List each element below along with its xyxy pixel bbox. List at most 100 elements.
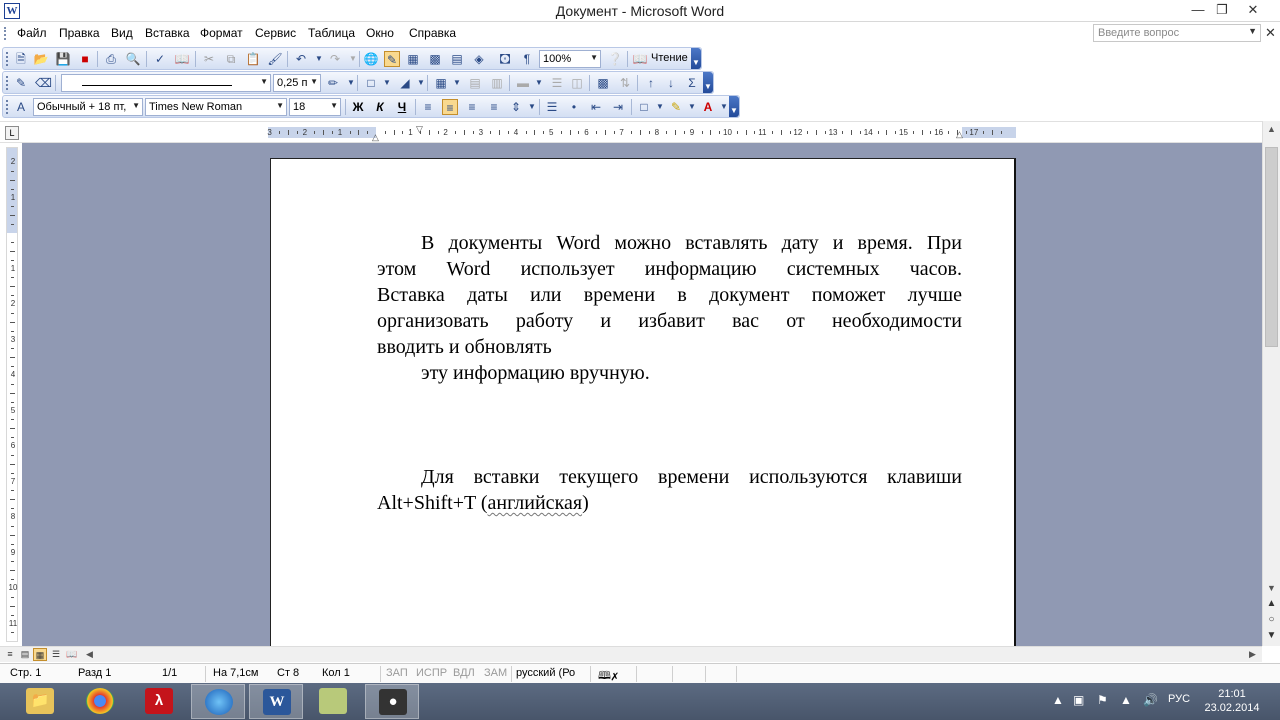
styles-formatting-icon[interactable]: A — [13, 99, 29, 115]
justify-icon[interactable]: ≡ — [486, 99, 502, 115]
menu-grip[interactable] — [4, 27, 7, 40]
chevron-down-icon[interactable]: ▼ — [1248, 26, 1257, 36]
chevron-down-icon[interactable]: ▼ — [310, 77, 318, 86]
insert-excel-icon[interactable]: ▩ — [427, 51, 443, 67]
status-language[interactable]: русский (Ро — [516, 667, 575, 679]
line-weight-select[interactable]: 0,25 п ▼ — [273, 74, 321, 92]
sort-ascending-icon[interactable]: ↑ — [643, 75, 659, 91]
horizontal-ruler[interactable]: ▽ △ △ 3 2 1 1 2 3 4 5 6 7 8 9 10 11 12 13 14 15 16 17 — [267, 125, 1016, 142]
border-color-icon[interactable]: ✏ — [325, 75, 341, 91]
increase-indent-icon[interactable]: ⇥ — [610, 99, 626, 115]
chevron-down-icon[interactable]: ▼ — [132, 101, 140, 110]
drawing-icon[interactable]: ◈ — [471, 51, 487, 67]
sort-descending-icon[interactable]: ↓ — [663, 75, 679, 91]
line-style-select[interactable]: ▼ — [61, 74, 271, 92]
vertical-scrollbar[interactable]: ▲ ▼ ▲ ○ ▼ — [1262, 121, 1280, 646]
autoformat-table-icon[interactable]: ▩ — [595, 75, 611, 91]
menu-help[interactable]: Справка — [409, 26, 456, 40]
font-select[interactable]: Times New Roman ▼ — [145, 98, 287, 116]
underline-button[interactable]: Ч — [394, 99, 410, 115]
undo-icon[interactable]: ↶ — [293, 51, 309, 67]
help-search-input[interactable]: Введите вопрос ▼ — [1093, 24, 1261, 42]
chevron-down-icon[interactable]: ▼ — [590, 53, 598, 62]
border-dropdown-icon[interactable]: ▼ — [652, 99, 668, 115]
close-icon[interactable]: ✕ — [1238, 0, 1268, 20]
horizontal-scrollbar[interactable]: ≡ ▤ ▦ ☰ 📖 ◀ ▶ — [0, 646, 1262, 662]
chevron-down-icon[interactable]: ▼ — [260, 77, 268, 86]
align-right-icon[interactable]: ≡ — [464, 99, 480, 115]
distribute-columns-icon[interactable]: ◫ — [569, 75, 585, 91]
merge-cells-icon[interactable]: ▤ — [467, 75, 483, 91]
vertical-ruler[interactable]: 2 1 1 2 3 4 5 6 7 8 9 10 11 — [6, 147, 18, 642]
font-color-icon[interactable]: A — [700, 99, 716, 115]
show-hide-icon[interactable]: ¶ — [519, 51, 535, 67]
status-overtype[interactable]: ЗАМ — [484, 667, 507, 679]
cut-icon[interactable]: ✂ — [201, 51, 217, 67]
scroll-right-icon[interactable]: ▶ — [1249, 647, 1256, 662]
copy-icon[interactable]: ⧉ — [223, 51, 239, 67]
style-select[interactable]: Обычный + 18 пт, ▼ — [33, 98, 143, 116]
reading-icon[interactable]: 📖 — [632, 51, 648, 67]
menu-table[interactable]: Таблица — [308, 26, 355, 40]
spelling-flagged-word[interactable]: английская — [488, 492, 583, 514]
tables-borders-icon[interactable]: ✎ — [384, 51, 400, 67]
toolbar-options-icon[interactable]: ▼ — [691, 48, 701, 69]
decrease-indent-icon[interactable]: ⇤ — [588, 99, 604, 115]
reading-view-icon[interactable]: 📖 — [65, 648, 79, 661]
toolbar-options-icon[interactable]: ▼ — [729, 96, 739, 117]
print-preview-icon[interactable]: 🔍 — [125, 51, 141, 67]
research-icon[interactable]: 📖 — [174, 51, 190, 67]
taskbar-chrome[interactable] — [73, 684, 127, 719]
line-spacing-dropdown-icon[interactable]: ▼ — [524, 99, 540, 115]
volume-icon[interactable]: 🔊 — [1143, 693, 1158, 707]
status-extend[interactable]: ВДЛ — [453, 667, 475, 679]
chevron-down-icon[interactable]: ▼ — [330, 101, 338, 110]
toolbar-options-icon[interactable]: ▼ — [703, 72, 713, 93]
taskbar-explorer[interactable]: 📁 — [13, 684, 67, 719]
document-area[interactable]: В документы Word можно вставлять дату и … — [22, 143, 1262, 646]
print-layout-view-icon[interactable]: ▦ — [33, 648, 47, 661]
paragraph-1[interactable]: В документы Word можно вставлять дату и … — [377, 230, 962, 360]
taskbar-clock[interactable]: 21:01 23.02.2014 — [1192, 687, 1272, 715]
web-view-icon[interactable]: ▤ — [18, 648, 32, 661]
taskbar-globe[interactable] — [191, 684, 245, 719]
text-direction-icon[interactable]: ⇅ — [617, 75, 633, 91]
paragraph-2[interactable]: эту информацию вручную. — [377, 360, 962, 386]
status-record[interactable]: ЗАП — [386, 667, 408, 679]
network-status-icon[interactable]: ▣ — [1073, 693, 1084, 707]
borders-dropdown-icon[interactable]: ▼ — [379, 75, 395, 91]
taskbar-word[interactable]: W — [249, 684, 303, 719]
chevron-down-icon[interactable]: ▼ — [276, 101, 284, 110]
insert-table-icon[interactable]: ▦ — [433, 75, 449, 91]
document-page[interactable]: В документы Word можно вставлять дату и … — [270, 158, 1016, 646]
align-cell-icon[interactable]: ▬ — [515, 75, 531, 91]
redo-icon[interactable]: ↷ — [327, 51, 343, 67]
scroll-left-icon[interactable]: ◀ — [86, 647, 93, 662]
menu-edit[interactable]: Правка — [59, 26, 100, 40]
shading-icon[interactable]: ◢ — [397, 75, 413, 91]
align-center-icon[interactable]: ≡ — [442, 99, 458, 115]
autosum-icon[interactable]: Σ — [684, 75, 700, 91]
insert-table-dropdown-icon[interactable]: ▼ — [449, 75, 465, 91]
next-page-icon[interactable]: ▼ — [1265, 629, 1278, 643]
menu-format[interactable]: Формат — [200, 26, 243, 40]
menu-view[interactable]: Вид — [111, 26, 133, 40]
italic-button[interactable]: К — [372, 99, 388, 115]
menu-tools[interactable]: Сервис — [255, 26, 296, 40]
left-indent-marker[interactable]: △ — [372, 133, 379, 142]
line-spacing-icon[interactable]: ⇕ — [508, 99, 524, 115]
bullets-icon[interactable]: • — [566, 99, 582, 115]
distribute-rows-icon[interactable]: ☰ — [549, 75, 565, 91]
open-icon[interactable]: 📂 — [33, 51, 49, 67]
outside-border-icon[interactable]: □ — [636, 99, 652, 115]
normal-view-icon[interactable]: ≡ — [3, 648, 17, 661]
font-size-select[interactable]: 18 ▼ — [289, 98, 341, 116]
toolbar-grip[interactable] — [6, 52, 9, 66]
taskbar-notepad[interactable] — [306, 684, 360, 719]
hyperlink-icon[interactable]: 🌐 — [363, 51, 379, 67]
format-painter-icon[interactable]: 🖌 — [267, 51, 283, 67]
restore-icon[interactable]: ❐ — [1207, 0, 1237, 20]
toolbar-grip[interactable] — [6, 100, 9, 114]
wifi-icon[interactable]: ▲ — [1120, 693, 1132, 707]
eraser-icon[interactable]: ⌫ — [35, 75, 52, 91]
